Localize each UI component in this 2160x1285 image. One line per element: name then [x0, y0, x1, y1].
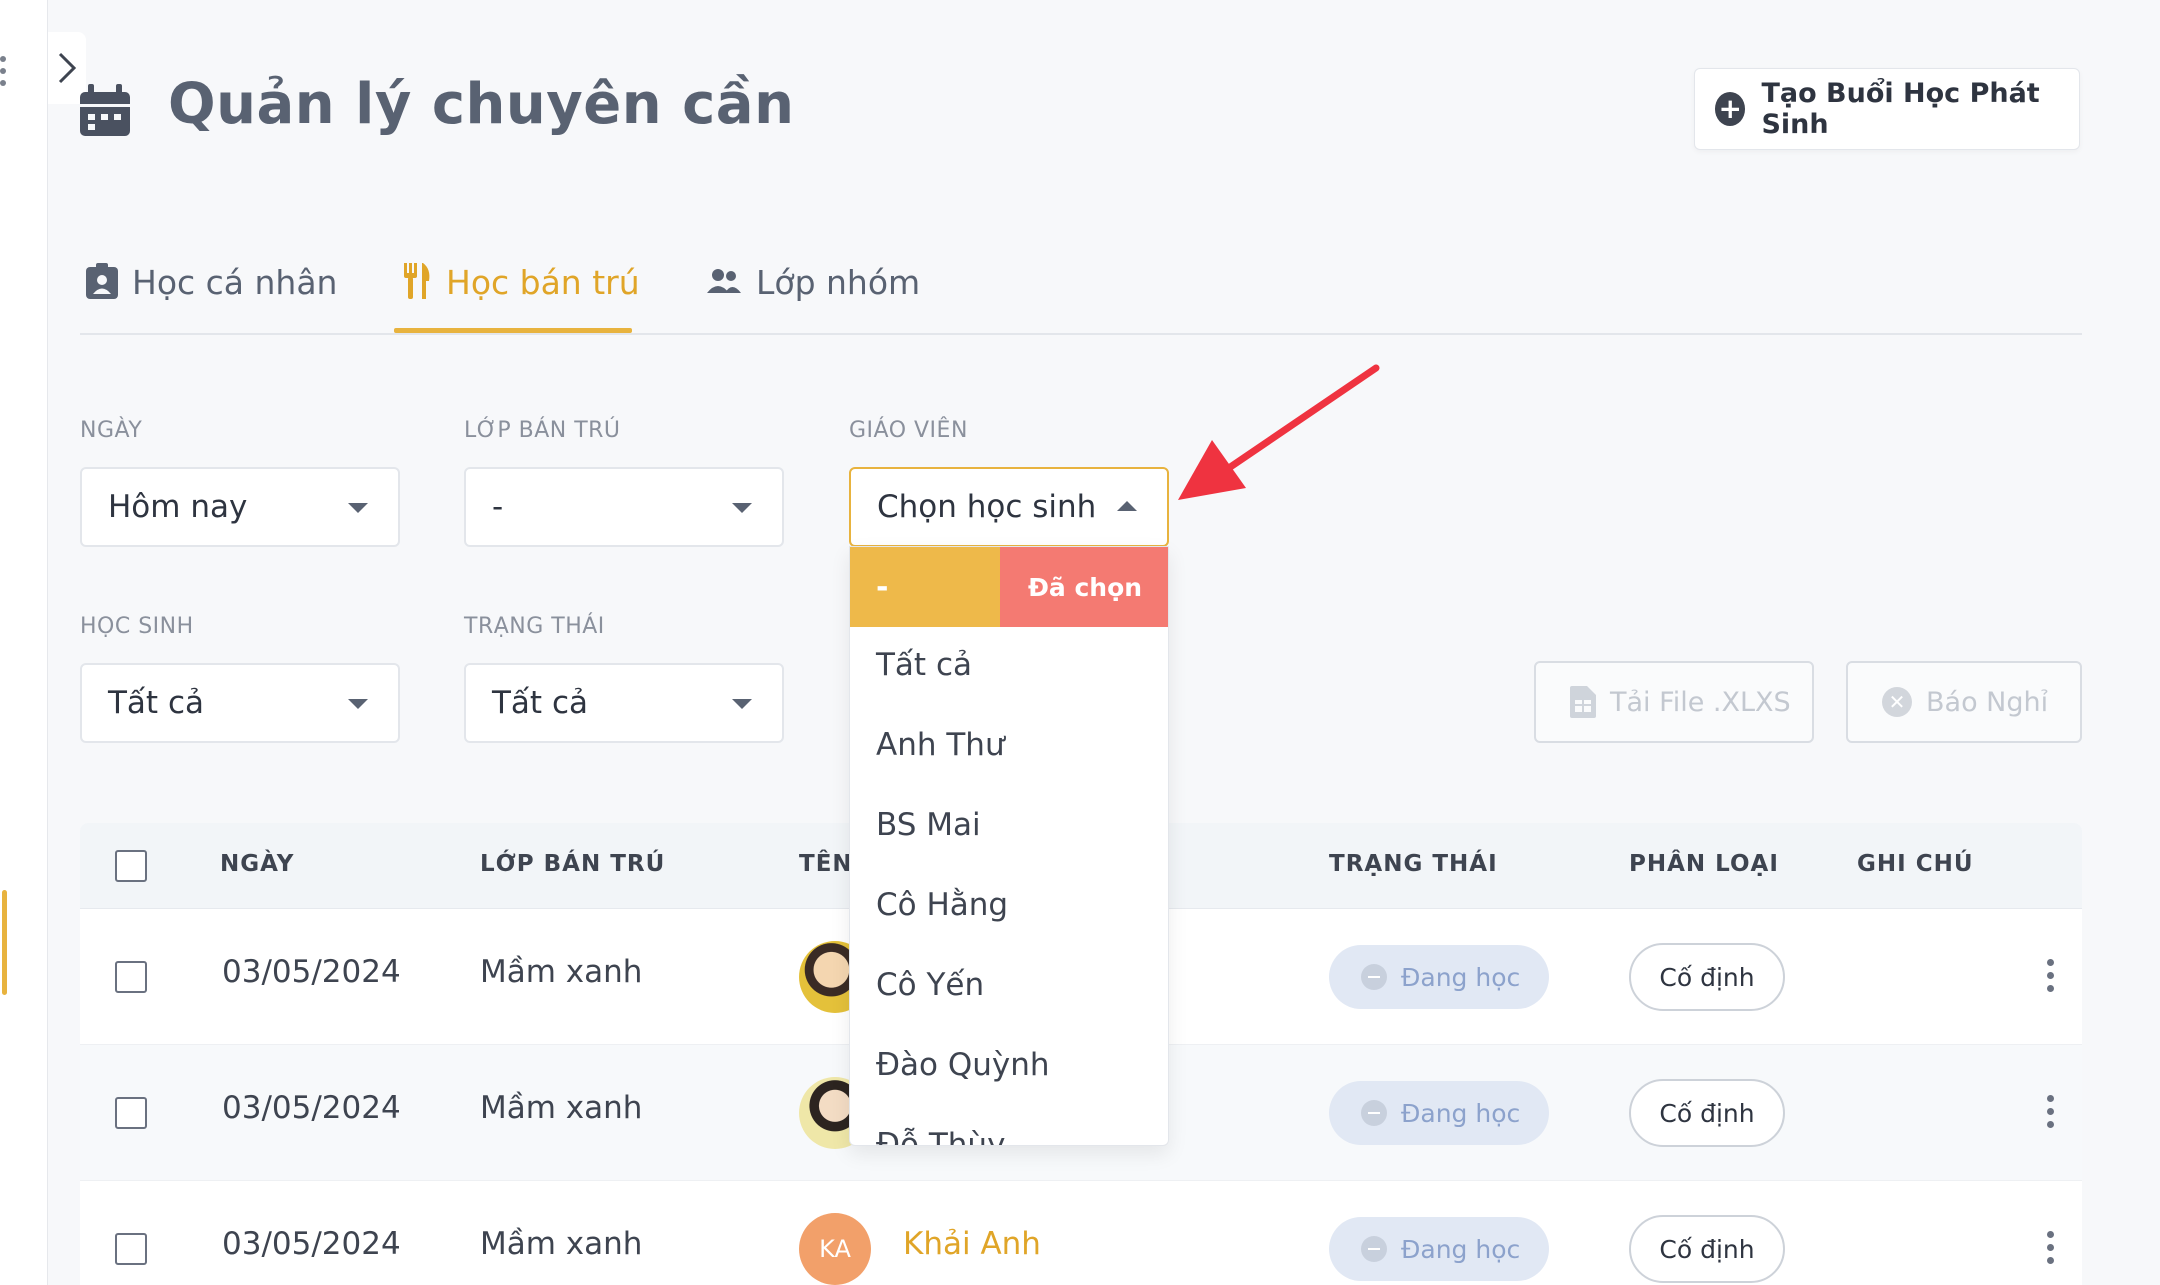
- group-icon: [707, 269, 741, 293]
- header-status: TRẠNG THÁI: [1329, 851, 1498, 877]
- dropdown-option[interactable]: Tất cả: [876, 647, 972, 683]
- type-badge: Cố định: [1629, 1079, 1785, 1147]
- create-extra-session-button[interactable]: + Tạo Buổi Học Phát Sinh: [1694, 68, 2080, 150]
- type-badge: Cố định: [1629, 943, 1785, 1011]
- type-badge: Cố định: [1629, 1215, 1785, 1283]
- status-badge-label: Đang học: [1401, 1234, 1521, 1264]
- row-class: Mầm xanh: [480, 954, 643, 990]
- badge-icon: [86, 263, 118, 299]
- left-sidebar-rail: [0, 0, 48, 1285]
- minus-circle-icon: [1361, 1236, 1387, 1262]
- chevron-down-icon: [348, 699, 368, 709]
- tab-bar: Học cá nhân Học bán trú Lớp nhóm: [80, 255, 2082, 335]
- row-class: Mầm xanh: [480, 1090, 643, 1126]
- minus-circle-icon: [1361, 1100, 1387, 1126]
- student-filter-select[interactable]: Tất cả: [80, 663, 400, 743]
- tab-group-class[interactable]: Lớp nhóm: [706, 255, 920, 335]
- student-filter-label: HỌC SINH: [80, 614, 194, 639]
- create-extra-session-label: Tạo Buổi Học Phát Sinh: [1761, 78, 2040, 140]
- row-date: 03/05/2024: [222, 954, 401, 990]
- more-actions-icon[interactable]: [2047, 1095, 2055, 1134]
- row-checkbox[interactable]: [115, 961, 147, 993]
- more-vertical-icon[interactable]: [0, 56, 10, 92]
- teacher-filter-select[interactable]: Chọn học sinh: [849, 467, 1169, 547]
- type-badge-label: Cố định: [1659, 962, 1755, 992]
- teacher-filter-value: Chọn học sinh: [877, 489, 1097, 525]
- more-actions-icon[interactable]: [2047, 1231, 2055, 1270]
- dropdown-option[interactable]: Anh Thư: [876, 727, 1005, 763]
- tab-individual-label: Học cá nhân: [132, 263, 338, 302]
- chevron-right-icon: [58, 52, 77, 84]
- status-badge: Đang học: [1329, 945, 1549, 1009]
- status-badge-label: Đang học: [1401, 962, 1521, 992]
- tab-group-class-label: Lớp nhóm: [756, 263, 921, 302]
- tab-boarding[interactable]: Học bán trú: [402, 255, 640, 335]
- dropdown-selected-option[interactable]: - Đã chọn: [850, 547, 1168, 627]
- annotation-arrow-icon: [1178, 364, 1380, 500]
- row-date: 03/05/2024: [222, 1090, 401, 1126]
- calendar-icon: [80, 84, 130, 140]
- download-xlsx-button[interactable]: Tải File .XLXS: [1534, 661, 1814, 743]
- spreadsheet-file-icon: [1570, 686, 1596, 718]
- header-date: NGÀY: [220, 851, 295, 877]
- dropdown-option[interactable]: BS Mai: [876, 807, 981, 843]
- fork-knife-icon: [404, 263, 430, 299]
- active-tab-indicator: [394, 328, 632, 333]
- dropdown-selected-tag: Đã chọn: [1000, 547, 1168, 627]
- tab-individual[interactable]: Học cá nhân: [86, 255, 337, 335]
- status-badge: Đang học: [1329, 1081, 1549, 1145]
- minus-circle-icon: [1361, 964, 1387, 990]
- date-filter-label: NGÀY: [80, 418, 143, 443]
- dropdown-option[interactable]: Cô Hằng: [876, 887, 1008, 923]
- tab-boarding-label: Học bán trú: [446, 263, 640, 302]
- header-note: GHI CHÚ: [1857, 851, 1974, 877]
- class-filter-label: LỚP BÁN TRÚ: [464, 418, 621, 443]
- student-name-link[interactable]: Khải Anh: [903, 1226, 1041, 1262]
- type-badge-label: Cố định: [1659, 1234, 1755, 1264]
- more-actions-icon[interactable]: [2047, 959, 2055, 998]
- teacher-dropdown-menu: - Đã chọn Tất cả Anh Thư BS Mai Cô Hằng …: [849, 546, 1169, 1146]
- class-filter-select[interactable]: -: [464, 467, 784, 547]
- teacher-filter-label: GIÁO VIÊN: [849, 418, 968, 443]
- chevron-down-icon: [348, 503, 368, 513]
- row-date: 03/05/2024: [222, 1226, 401, 1262]
- type-badge-label: Cố định: [1659, 1098, 1755, 1128]
- download-xlsx-label: Tải File .XLXS: [1610, 686, 1791, 718]
- row-checkbox[interactable]: [115, 1097, 147, 1129]
- chevron-down-icon: [732, 699, 752, 709]
- dropdown-selected-value: -: [850, 547, 1000, 627]
- status-filter-select[interactable]: Tất cả: [464, 663, 784, 743]
- report-absence-label: Báo Nghỉ: [1926, 686, 2049, 718]
- status-badge: Đang học: [1329, 1217, 1549, 1281]
- rail-active-indicator: [2, 890, 7, 995]
- page-title: Quản lý chuyên cần: [168, 72, 795, 137]
- status-filter-label: TRẠNG THÁI: [464, 614, 605, 639]
- row-checkbox[interactable]: [115, 1233, 147, 1265]
- dropdown-option[interactable]: Đào Quỳnh: [876, 1047, 1050, 1083]
- date-filter-select[interactable]: Hôm nay: [80, 467, 400, 547]
- chevron-up-icon: [1117, 501, 1137, 511]
- avatar: KA: [799, 1213, 871, 1285]
- report-absence-button[interactable]: ✕ Báo Nghỉ: [1846, 661, 2082, 743]
- header-name: TÊN: [799, 851, 853, 877]
- status-badge-label: Đang học: [1401, 1098, 1521, 1128]
- dropdown-option[interactable]: Cô Yến: [876, 967, 984, 1003]
- row-class: Mầm xanh: [480, 1226, 643, 1262]
- header-class: LỚP BÁN TRÚ: [480, 851, 666, 877]
- class-filter-value: -: [492, 489, 504, 525]
- date-filter-value: Hôm nay: [108, 489, 248, 525]
- dropdown-option[interactable]: Đỗ Thùy: [876, 1127, 1005, 1145]
- close-circle-icon: ✕: [1882, 687, 1912, 717]
- status-filter-value: Tất cả: [492, 685, 588, 721]
- plus-circle-icon: +: [1715, 92, 1746, 126]
- select-all-checkbox[interactable]: [115, 850, 147, 882]
- table-row[interactable]: 03/05/2024 Mầm xanh KA Khải Anh Đang học…: [80, 1181, 2082, 1285]
- chevron-down-icon: [732, 503, 752, 513]
- student-filter-value: Tất cả: [108, 685, 204, 721]
- header-type: PHÂN LOẠI: [1629, 851, 1779, 877]
